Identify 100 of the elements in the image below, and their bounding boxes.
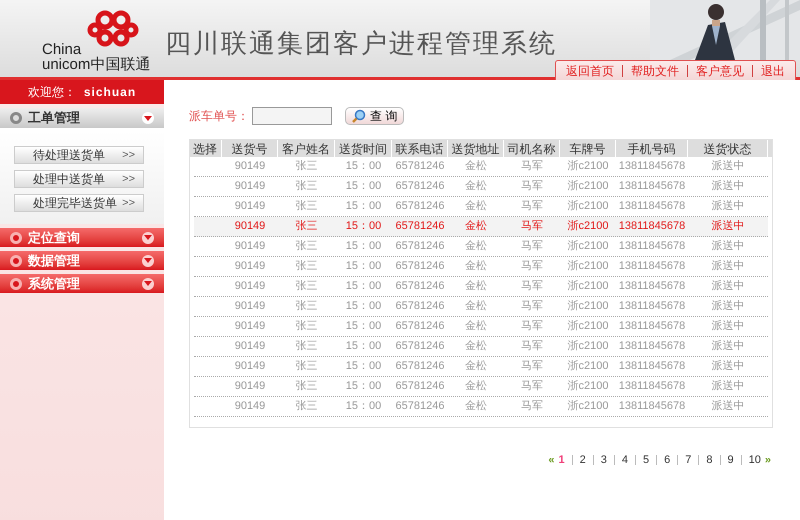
table-row[interactable]: 90149 张三 15：00 65781246 金松 马军 浙c2100 13811845678 派送中 [194,177,768,197]
submenu-item[interactable]: 处理完毕送货单 >> [14,194,144,212]
table-cell-text: 金松 [464,159,488,174]
table-cell-text: 90149 [234,399,266,414]
page-link[interactable]: 7 [685,452,692,468]
table-cell-text: 马军 [520,159,544,174]
table-cell-text: 马军 [520,299,544,314]
table-cell-text: 65781246 [394,179,446,194]
submenu-item[interactable]: 处理中送货单 >> [14,170,144,188]
table-cell-text: 马军 [520,399,544,414]
page-link[interactable]: 9 [728,452,734,468]
table-cell-text: 浙c2100 [566,279,610,294]
table-row[interactable]: 90149 张三 15：00 65781246 金松 马军 浙c2100 13811845678 派送中 [194,277,768,297]
table-cell-text: 90149 [234,299,266,314]
table-cell-text: 65781246 [394,379,446,394]
previous-page-link[interactable]: « [548,452,554,468]
table-cell-text: 浙c2100 [566,399,610,414]
logo-icon [87,8,139,48]
table-cell-text: 90149 [234,379,266,394]
table-cell-text: 15：00 [344,399,382,414]
table-cell-text: 15：00 [344,199,382,214]
search-icon [352,109,366,123]
welcome-label: 欢迎您： [28,84,76,101]
system-title: 四川联通集团客户进程管理系统 [165,27,557,60]
page-link[interactable]: 5 [643,452,650,468]
column-header: 送货地址 [448,140,504,157]
table-cell-text: 派送中 [710,279,746,294]
table-cell-text: 张三 [294,179,318,194]
table-row[interactable]: 90149 张三 15：00 65781246 金松 马军 浙c2100 13811845678 派送中 [194,257,768,277]
table-cell-text: 浙c2100 [566,239,610,254]
table-cell-text: 90149 [234,259,266,274]
submenu-item[interactable]: 待处理送货单 >> [14,146,144,164]
table-cell-text: 马军 [520,319,544,334]
table-cell-text: 马军 [520,179,544,194]
table-row[interactable]: 90149 张三 15：00 65781246 金松 马军 浙c2100 13811845678 派送中 [194,157,768,177]
table-row[interactable]: 90149 张三 15：00 65781246 金松 马军 浙c2100 13811845678 派送中 [194,317,768,337]
nav-link[interactable]: 返回首页 [566,62,614,80]
table-cell-text: 15：00 [344,179,382,194]
nav-link[interactable]: 退出 [761,62,785,80]
page-link[interactable]: 6 [664,452,670,468]
column-header: 送货状态 [688,140,768,157]
table-cell-text: 13811845678 [618,259,686,274]
table-cell-text: 15：00 [344,319,382,334]
search-label: 派车单号： [189,108,250,125]
table-cell-text: 派送中 [710,379,746,394]
table-cell-text: 90149 [234,339,266,354]
caret-icon [142,112,154,124]
table-cell-text: 浙c2100 [566,339,610,354]
column-header: 选择 [190,140,222,157]
table-row[interactable]: 90149 张三 15：00 65781246 金松 马军 浙c2100 13811845678 派送中 [194,357,768,377]
table-cell-text: 张三 [294,359,318,374]
nav-link[interactable]: 客户意见 [696,62,744,80]
page-link[interactable]: 1 [558,452,565,468]
table-cell-text: 张三 [294,199,318,214]
table-cell-text: 张三 [294,159,318,174]
table-cell-text: 90149 [234,239,266,254]
table-cell-text: 浙c2100 [566,259,610,274]
table-cell-text: 90149 [234,199,266,214]
menu-header[interactable]: 工单管理 [0,108,164,128]
table-row[interactable]: 90149 张三 15：00 65781246 金松 马军 浙c2100 13811845678 派送中 [194,397,768,417]
table-cell-text: 张三 [294,399,318,414]
menu-header[interactable]: 数据管理 [0,251,164,270]
table-cell-text: 浙c2100 [566,179,610,194]
table-cell-text: 金松 [464,259,488,274]
page-link[interactable]: 2 [580,452,586,468]
order-number-field[interactable] [252,107,332,125]
table-cell-text: 浙c2100 [566,199,610,214]
nav-link[interactable]: 帮助文件 [631,62,679,80]
menu-header[interactable]: 定位查询 [0,228,164,247]
table-cell-text: 马军 [520,379,544,394]
logo-text: China [42,42,82,57]
table-row[interactable]: 90149 张三 15：00 65781246 金松 马军 浙c2100 13811845678 派送中 [194,237,768,257]
table-row[interactable]: 90149 张三 15：00 65781246 金松 马军 浙c2100 13811845678 派送中 [194,337,768,357]
table-row[interactable]: 90149 张三 15：00 65781246 金松 马军 浙c2100 13811845678 派送中 [194,377,768,397]
page-link[interactable]: 3 [600,452,607,468]
column-header: 司机名称 [504,140,560,157]
table-row[interactable]: 90149 张三 15：00 65781246 金松 马军 浙c2100 13811845678 派送中 [194,217,768,237]
column-header: 联系电话 [392,140,448,157]
table-cell-text: 派送中 [710,339,746,354]
page-link[interactable]: 10 [748,452,761,468]
table-cell-text: 派送中 [710,159,746,174]
caret-icon [142,254,154,266]
table-cell-text: 90149 [234,219,266,234]
menu-header[interactable]: 系统管理 [0,274,164,293]
table-row[interactable]: 90149 张三 15：00 65781246 金松 马军 浙c2100 13811845678 派送中 [194,297,768,317]
column-header: 送货时间 [335,140,392,157]
page-link[interactable]: 8 [706,452,712,468]
table-cell-text: 13811845678 [618,379,686,394]
table-cell-text: 马军 [520,279,544,294]
table-cell-text: 90149 [234,359,266,374]
table-cell-text: 65781246 [394,339,446,354]
page-link[interactable]: 4 [622,452,628,468]
table-cell-text: 金松 [464,339,488,354]
next-page-link[interactable]: » [764,452,771,468]
table-cell-text: 13811845678 [618,239,686,254]
table-cell-text: 65781246 [394,279,446,294]
table-cell-text: 13811845678 [618,359,686,374]
table-cell-text: 马军 [520,239,544,254]
table-cell-text: 金松 [464,179,488,194]
search-button[interactable]: 查 询 [345,107,404,125]
